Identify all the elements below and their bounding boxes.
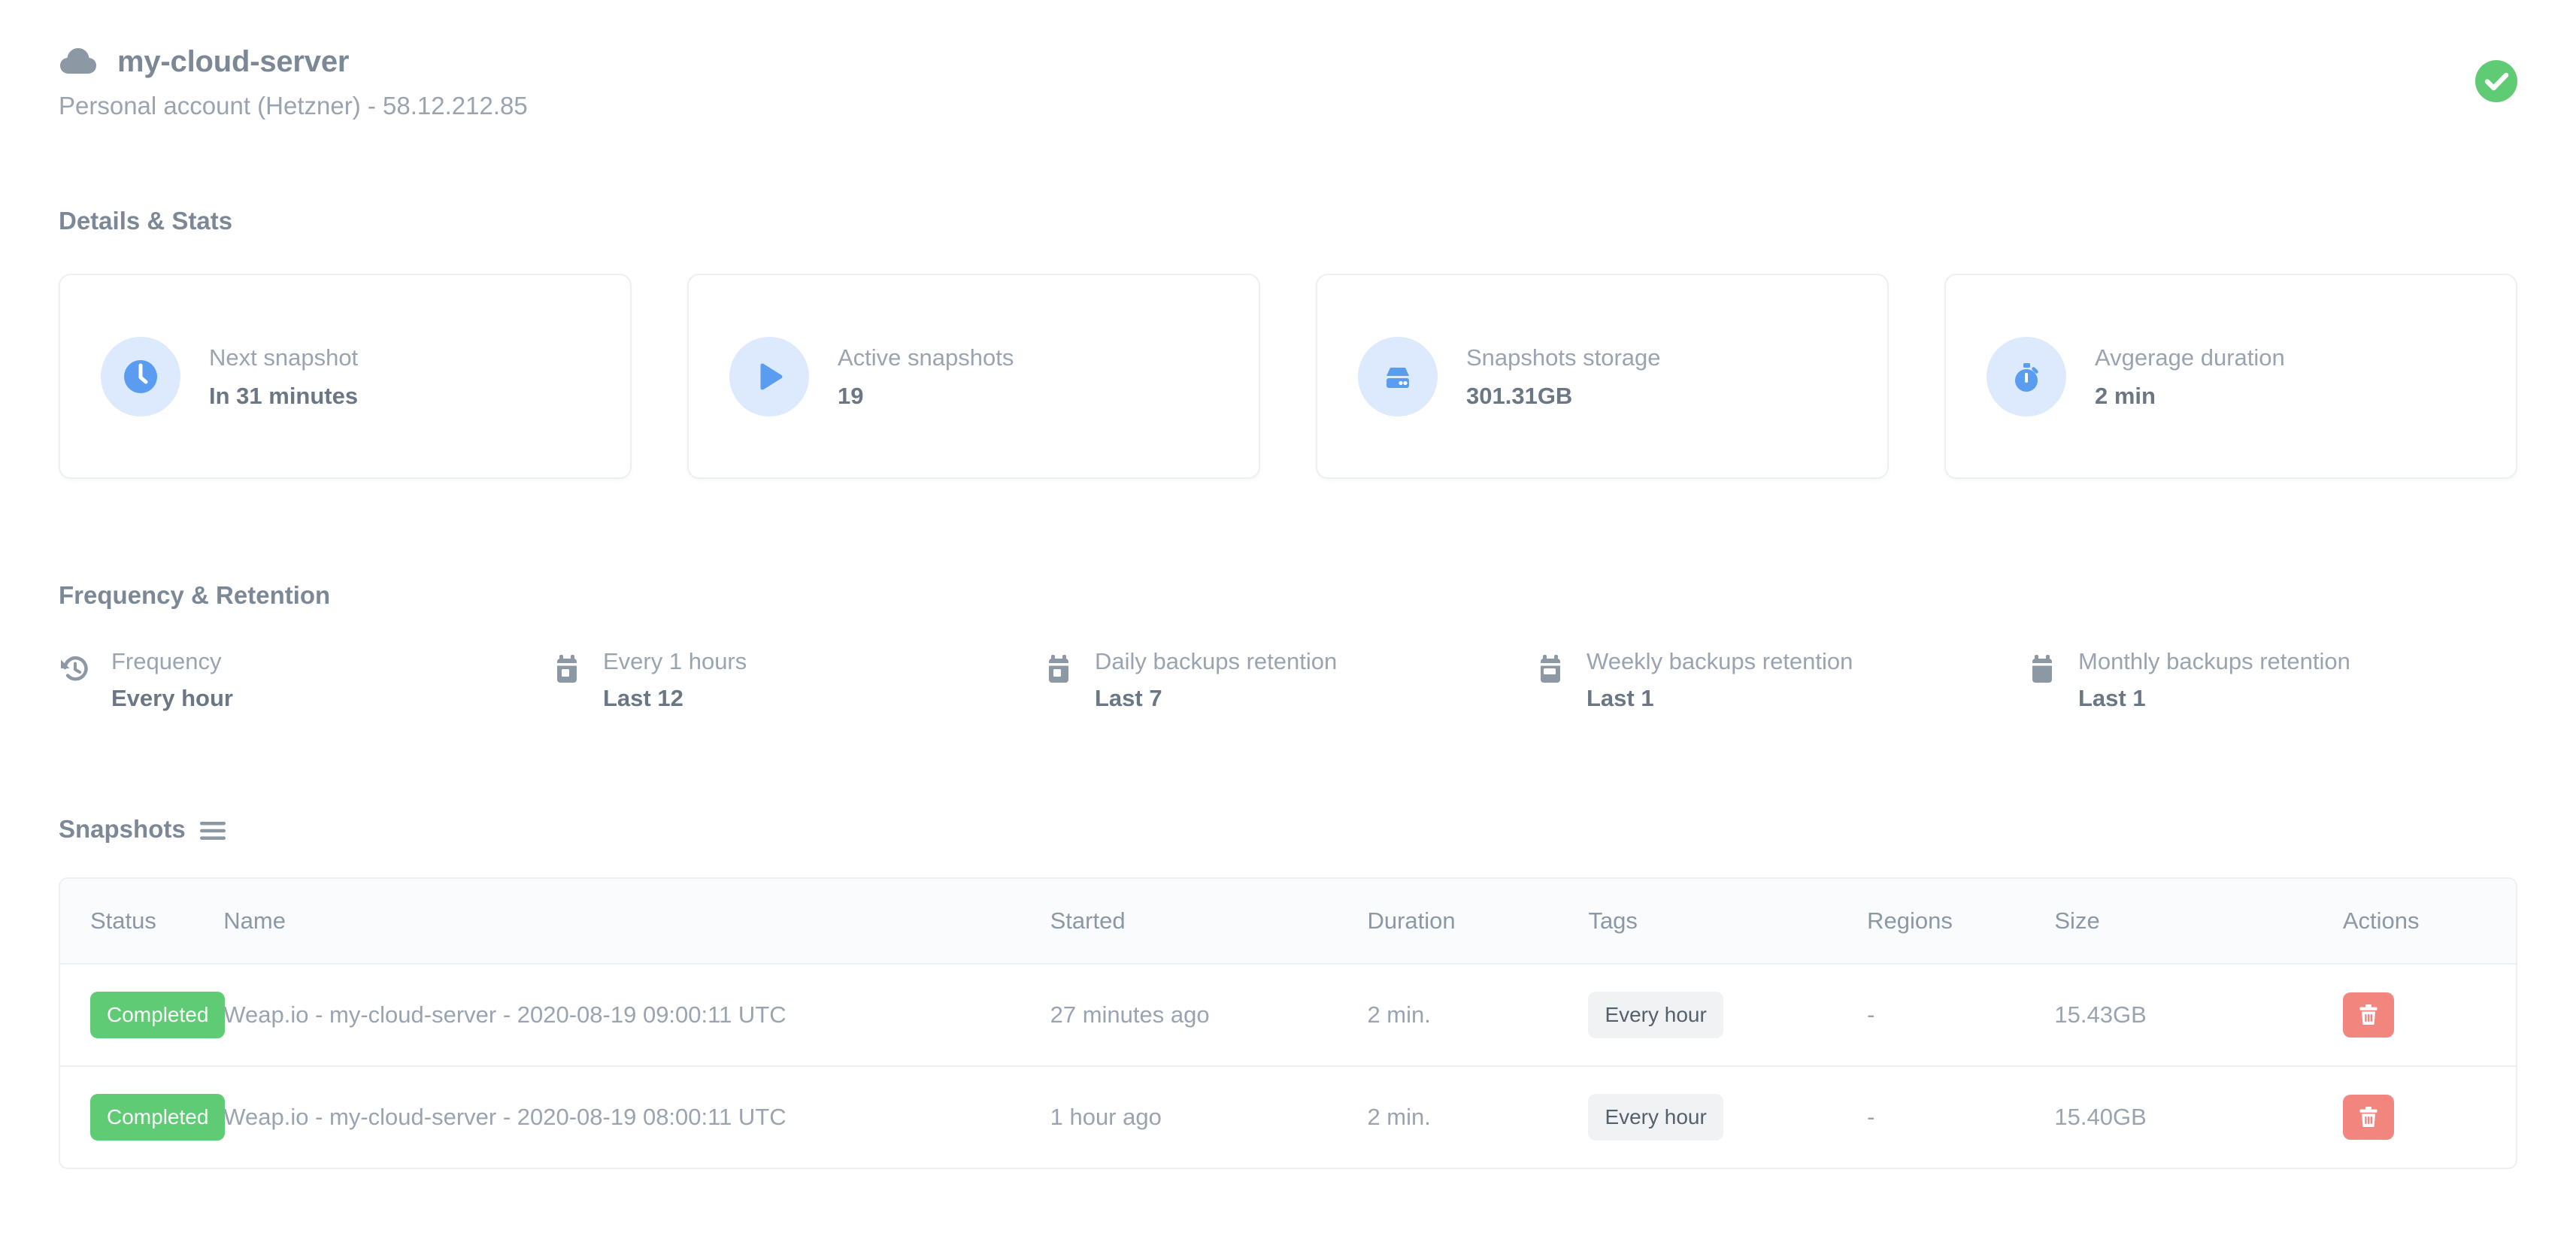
delete-snapshot-button[interactable] xyxy=(2342,1095,2394,1140)
snapshots-table-body: Completed Weap.io - my-cloud-server - 20… xyxy=(60,964,2516,1168)
freq-item-value: Last 7 xyxy=(1095,685,1162,711)
cell-started: 27 minutes ago xyxy=(1050,964,1368,1067)
page-header: my-cloud-server Personal account (Hetzne… xyxy=(59,0,2517,118)
snapshots-title-row: Snapshots xyxy=(59,816,2517,841)
cell-tags: Every hour xyxy=(1588,964,1868,1067)
stat-card-texts: Active snapshots 19 xyxy=(838,346,1014,407)
details-stats-title: Details & Stats xyxy=(59,207,233,235)
frequency-retention-row: Frequency Every hour Every 1 hours Last … xyxy=(59,650,2517,710)
trash-icon xyxy=(2357,1003,2380,1027)
freq-item-texts: Every 1 hours Last 12 xyxy=(603,650,747,710)
tag-badge: Every hour xyxy=(1588,992,1723,1038)
freq-item-value: Every hour xyxy=(111,685,233,711)
cell-size: 15.40GB xyxy=(2054,1104,2147,1130)
cell-status: Completed xyxy=(60,1066,226,1168)
stat-card-value: 19 xyxy=(838,382,864,409)
freq-item-frequency: Frequency Every hour xyxy=(59,650,550,710)
cell-duration: 2 min. xyxy=(1367,964,1589,1067)
stat-card-average-duration: Avgerage duration 2 min xyxy=(1944,274,2517,479)
column-header-size[interactable]: Size xyxy=(2054,879,2343,965)
cell-tags: Every hour xyxy=(1588,1066,1867,1168)
freq-item-weekly-backups-retention: Weekly backups retention Last 1 xyxy=(1534,650,2026,710)
header-title-row: my-cloud-server xyxy=(59,47,2517,77)
cell-regions: - xyxy=(1867,1104,1875,1130)
freq-item-every-1-hours: Every 1 hours Last 12 xyxy=(550,650,1042,710)
hamburger-icon[interactable] xyxy=(199,819,226,840)
calendar-icon xyxy=(2026,653,2059,686)
column-header-tags[interactable]: Tags xyxy=(1588,879,1868,965)
calendar-icon xyxy=(1042,653,1075,686)
play-icon xyxy=(729,336,809,417)
delete-snapshot-button[interactable] xyxy=(2342,992,2394,1038)
stat-card-snapshots-storage: Snapshots storage 301.31GB xyxy=(1316,274,1889,479)
snapshots-title: Snapshots xyxy=(59,815,186,843)
stat-card-active-snapshots: Active snapshots 19 xyxy=(687,274,1260,479)
column-header-status[interactable]: Status xyxy=(60,879,224,965)
history-icon xyxy=(59,653,92,686)
freq-item-label: Monthly backups retention xyxy=(2078,648,2350,674)
freq-item-value: Last 1 xyxy=(1587,685,1654,711)
cell-started: 1 hour ago xyxy=(1050,1104,1162,1130)
stat-card-value: 301.31GB xyxy=(1466,382,1573,409)
cell-actions xyxy=(2342,964,2516,1067)
stopwatch-icon xyxy=(1987,336,2066,417)
freq-item-label: Every 1 hours xyxy=(603,648,747,674)
stat-card-texts: Next snapshot In 31 minutes xyxy=(209,346,358,407)
trash-icon xyxy=(2357,1105,2380,1129)
cell-size: 15.43GB xyxy=(2054,964,2343,1067)
column-header-name[interactable]: Name xyxy=(223,879,1050,965)
stat-card-value: 2 min xyxy=(2095,382,2156,409)
stat-card-label: Avgerage duration xyxy=(2095,344,2285,371)
page-root: my-cloud-server Personal account (Hetzne… xyxy=(0,0,2576,1233)
column-header-duration[interactable]: Duration xyxy=(1367,879,1589,965)
table-header-row: Status Name Started Duration Tags Region… xyxy=(60,879,2516,965)
freq-item-texts: Frequency Every hour xyxy=(111,650,233,710)
page-title: my-cloud-server xyxy=(117,45,350,78)
clock-icon xyxy=(101,336,180,417)
stat-cards-row: Next snapshot In 31 minutes Active snaps… xyxy=(59,274,2517,479)
cell-status: Completed xyxy=(60,964,226,1067)
freq-item-daily-backups-retention: Daily backups retention Last 7 xyxy=(1042,650,1534,710)
calendar-icon xyxy=(1534,653,1567,686)
freq-item-texts: Daily backups retention Last 7 xyxy=(1095,650,1337,710)
snapshots-table-wrapper: Status Name Started Duration Tags Region… xyxy=(59,877,2517,1169)
status-badge: Completed xyxy=(90,992,226,1038)
cell-regions: - xyxy=(1867,964,2055,1067)
tag-badge: Every hour xyxy=(1588,1094,1723,1141)
stat-card-texts: Snapshots storage 301.31GB xyxy=(1466,346,1661,407)
cell-actions xyxy=(2342,1066,2516,1168)
cell-name: Weap.io - my-cloud-server - 2020-08-19 0… xyxy=(223,1104,786,1130)
stat-card-value: In 31 minutes xyxy=(209,382,359,409)
cell-duration: 2 min. xyxy=(1367,1104,1431,1130)
freq-item-label: Weekly backups retention xyxy=(1587,648,1853,674)
freq-item-texts: Weekly backups retention Last 1 xyxy=(1587,650,1853,710)
column-header-regions[interactable]: Regions xyxy=(1867,879,2055,965)
table-row[interactable]: Completed Weap.io - my-cloud-server - 20… xyxy=(60,964,2516,1067)
freq-item-value: Last 1 xyxy=(2078,685,2146,711)
column-header-started[interactable]: Started xyxy=(1050,879,1368,965)
check-circle-icon xyxy=(2475,60,2517,102)
account-subtitle: Personal account (Hetzner) - 58.12.212.8… xyxy=(59,92,528,120)
cloud-icon xyxy=(59,47,98,77)
table-row[interactable]: Completed Weap.io - my-cloud-server - 20… xyxy=(60,1066,2516,1168)
stat-card-next-snapshot: Next snapshot In 31 minutes xyxy=(59,274,632,479)
stat-card-label: Next snapshot xyxy=(209,344,359,371)
freq-item-texts: Monthly backups retention Last 1 xyxy=(2078,650,2350,710)
column-header-actions: Actions xyxy=(2342,879,2516,965)
freq-item-label: Frequency xyxy=(111,648,222,674)
stat-card-label: Active snapshots xyxy=(838,344,1014,371)
hard-drive-icon xyxy=(1358,336,1438,417)
snapshots-table: Status Name Started Duration Tags Region… xyxy=(60,879,2516,1168)
stat-card-texts: Avgerage duration 2 min xyxy=(2095,346,2285,407)
freq-item-label: Daily backups retention xyxy=(1095,648,1338,674)
cell-name: Weap.io - my-cloud-server - 2020-08-19 0… xyxy=(223,964,1050,1067)
snapshots-table-head: Status Name Started Duration Tags Region… xyxy=(60,879,2516,965)
frequency-retention-title: Frequency & Retention xyxy=(59,581,331,609)
freq-item-monthly-backups-retention: Monthly backups retention Last 1 xyxy=(2026,650,2517,710)
status-badge: Completed xyxy=(90,1094,226,1141)
freq-item-value: Last 12 xyxy=(603,685,683,711)
calendar-icon xyxy=(550,653,583,686)
stat-card-label: Snapshots storage xyxy=(1466,344,1661,371)
